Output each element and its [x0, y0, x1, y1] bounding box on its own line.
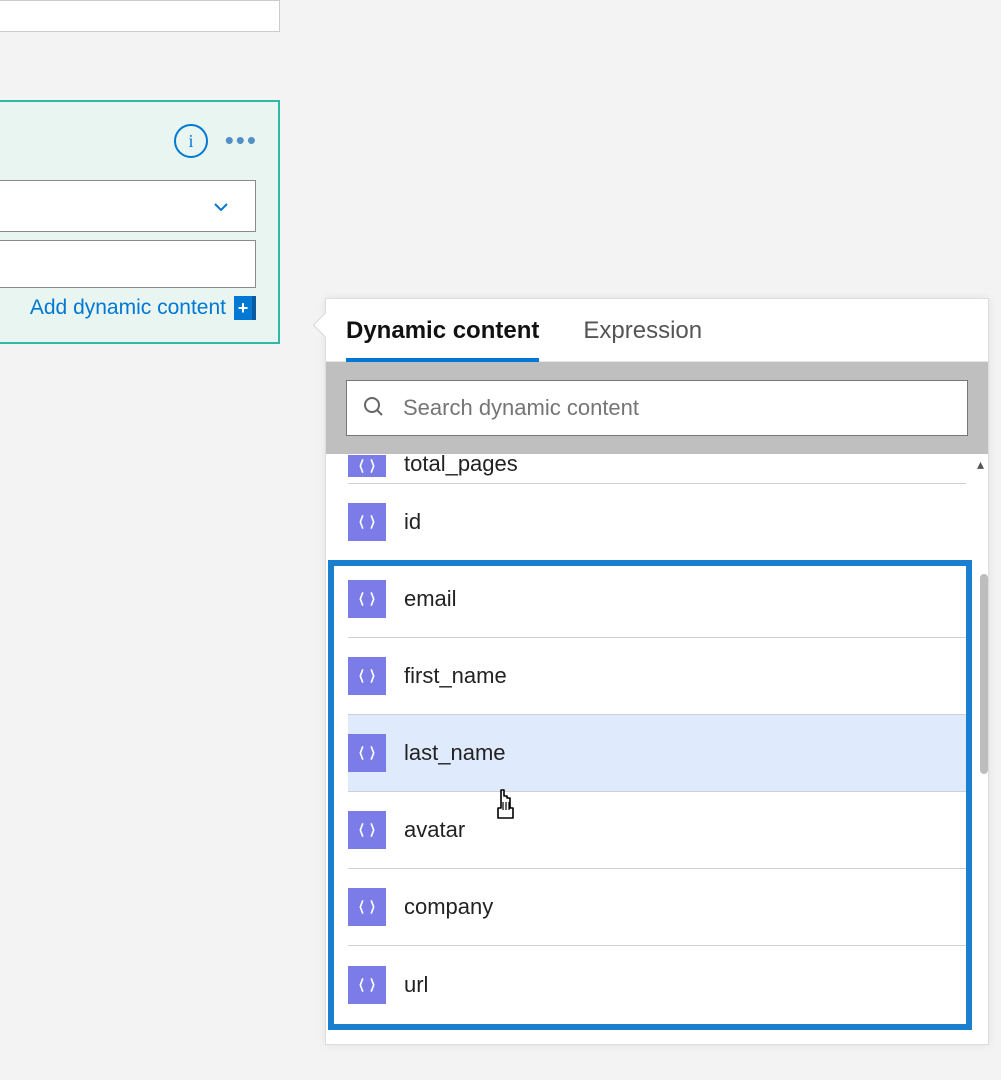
search-input[interactable] — [403, 395, 953, 421]
plus-icon[interactable]: + — [234, 296, 256, 320]
dynamic-content-icon — [348, 580, 386, 618]
more-icon[interactable]: ••• — [225, 130, 258, 150]
dynamic-content-icon — [348, 734, 386, 772]
dynamic-content-label: total_pages — [404, 454, 518, 477]
search-icon — [361, 394, 385, 423]
action-card: i ••• , see https://api.slack.com, Add d… — [0, 100, 280, 344]
tab-dynamic-content[interactable]: Dynamic content — [346, 317, 539, 361]
dynamic-content-icon — [348, 503, 386, 541]
message-text-input[interactable]: , see https://api.slack.com, — [0, 240, 256, 288]
search-box[interactable] — [346, 380, 968, 436]
action-card-body: , see https://api.slack.com, Add dynamic… — [0, 180, 278, 342]
scrollbar[interactable]: ▴ — [964, 454, 988, 1044]
top-blank-panel — [0, 0, 280, 32]
info-icon[interactable]: i — [174, 124, 208, 158]
dynamic-content-label: email — [404, 586, 457, 612]
scroll-up-icon[interactable]: ▴ — [977, 456, 984, 473]
dynamic-content-item[interactable]: avatar — [348, 792, 966, 869]
dynamic-content-icon — [348, 657, 386, 695]
dynamic-content-item[interactable]: url — [348, 946, 966, 1023]
channel-dropdown[interactable] — [0, 180, 256, 232]
dynamic-content-item[interactable]: company — [348, 869, 966, 946]
action-card-header: i ••• — [0, 102, 278, 180]
dynamic-content-icon — [348, 811, 386, 849]
dynamic-content-label: id — [404, 509, 421, 535]
add-dynamic-content-link[interactable]: Add dynamic content — [30, 296, 226, 320]
scroll-thumb[interactable] — [980, 574, 988, 774]
dynamic-content-label: avatar — [404, 817, 465, 843]
dynamic-content-icon — [348, 966, 386, 1004]
dynamic-content-icon — [348, 455, 386, 477]
dynamic-content-label: company — [404, 894, 493, 920]
flyout-caret — [314, 313, 326, 337]
dynamic-content-label: url — [404, 972, 428, 998]
dynamic-content-label: last_name — [404, 740, 506, 766]
tab-expression[interactable]: Expression — [583, 317, 702, 361]
chevron-down-icon — [209, 195, 233, 224]
dynamic-content-item[interactable]: total_pages — [348, 454, 966, 484]
dynamic-content-item[interactable]: id — [348, 484, 966, 561]
dynamic-content-item[interactable]: last_name — [348, 715, 966, 792]
dynamic-content-label: first_name — [404, 663, 507, 689]
dynamic-content-icon — [348, 888, 386, 926]
dynamic-content-list: total_pages id email first_name — [326, 454, 988, 1044]
dynamic-content-flyout: Dynamic content Expression total_pages — [325, 298, 989, 1045]
dynamic-content-item[interactable]: email — [348, 561, 966, 638]
add-dynamic-content-row: Add dynamic content + — [0, 288, 256, 320]
dynamic-content-item[interactable]: first_name — [348, 638, 966, 715]
flyout-tabs: Dynamic content Expression — [326, 299, 988, 362]
search-bar-container — [326, 362, 988, 454]
